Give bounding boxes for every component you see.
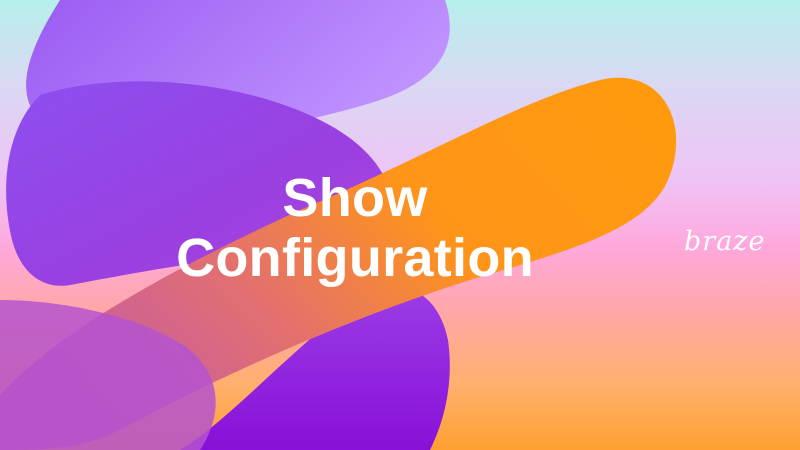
slide-title-line-1: Show (282, 168, 428, 228)
braze-logo: braze (684, 226, 766, 257)
title-slide: Show Configuration braze (0, 0, 800, 450)
slide-title: Show Configuration (130, 168, 580, 288)
slide-title-line-2: Configuration (176, 228, 534, 288)
